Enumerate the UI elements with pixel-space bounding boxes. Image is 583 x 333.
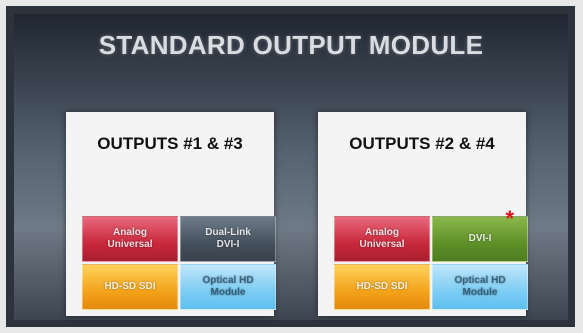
tile-grid: Analog Universal DVI-I HD-SD SDI Optical… <box>334 216 530 310</box>
hd-sd-sdi-tile: HD-SD SDI <box>82 264 178 310</box>
card-title: OUTPUTS #1 & #3 <box>97 134 243 153</box>
module-frame: STANDARD OUTPUT MODULE OUTPUTS #1 & #3 A… <box>6 6 575 327</box>
outputs-2-4-card: OUTPUTS #2 & #4 Analog Universal DVI-I H… <box>318 112 528 316</box>
optical-hd-module-tile: Optical HD Module <box>180 264 276 310</box>
module-title: STANDARD OUTPUT MODULE <box>98 30 484 60</box>
analog-universal-tile: Analog Universal <box>334 216 430 262</box>
optical-hd-module-tile: Optical HD Module <box>432 264 528 310</box>
tile-grid: Analog Universal Dual-Link DVI-I HD-SD S… <box>82 216 278 310</box>
outputs-1-3-card: OUTPUTS #1 & #3 Analog Universal Dual-Li… <box>66 112 276 316</box>
card-title: OUTPUTS #2 & #4 <box>349 134 495 153</box>
hd-sd-sdi-tile: HD-SD SDI <box>334 264 430 310</box>
asterisk-marker: * <box>505 206 514 231</box>
analog-universal-tile: Analog Universal <box>82 216 178 262</box>
dual-link-dvi-tile: Dual-Link DVI-I <box>180 216 276 262</box>
module-panel: STANDARD OUTPUT MODULE OUTPUTS #1 & #3 A… <box>14 14 568 320</box>
